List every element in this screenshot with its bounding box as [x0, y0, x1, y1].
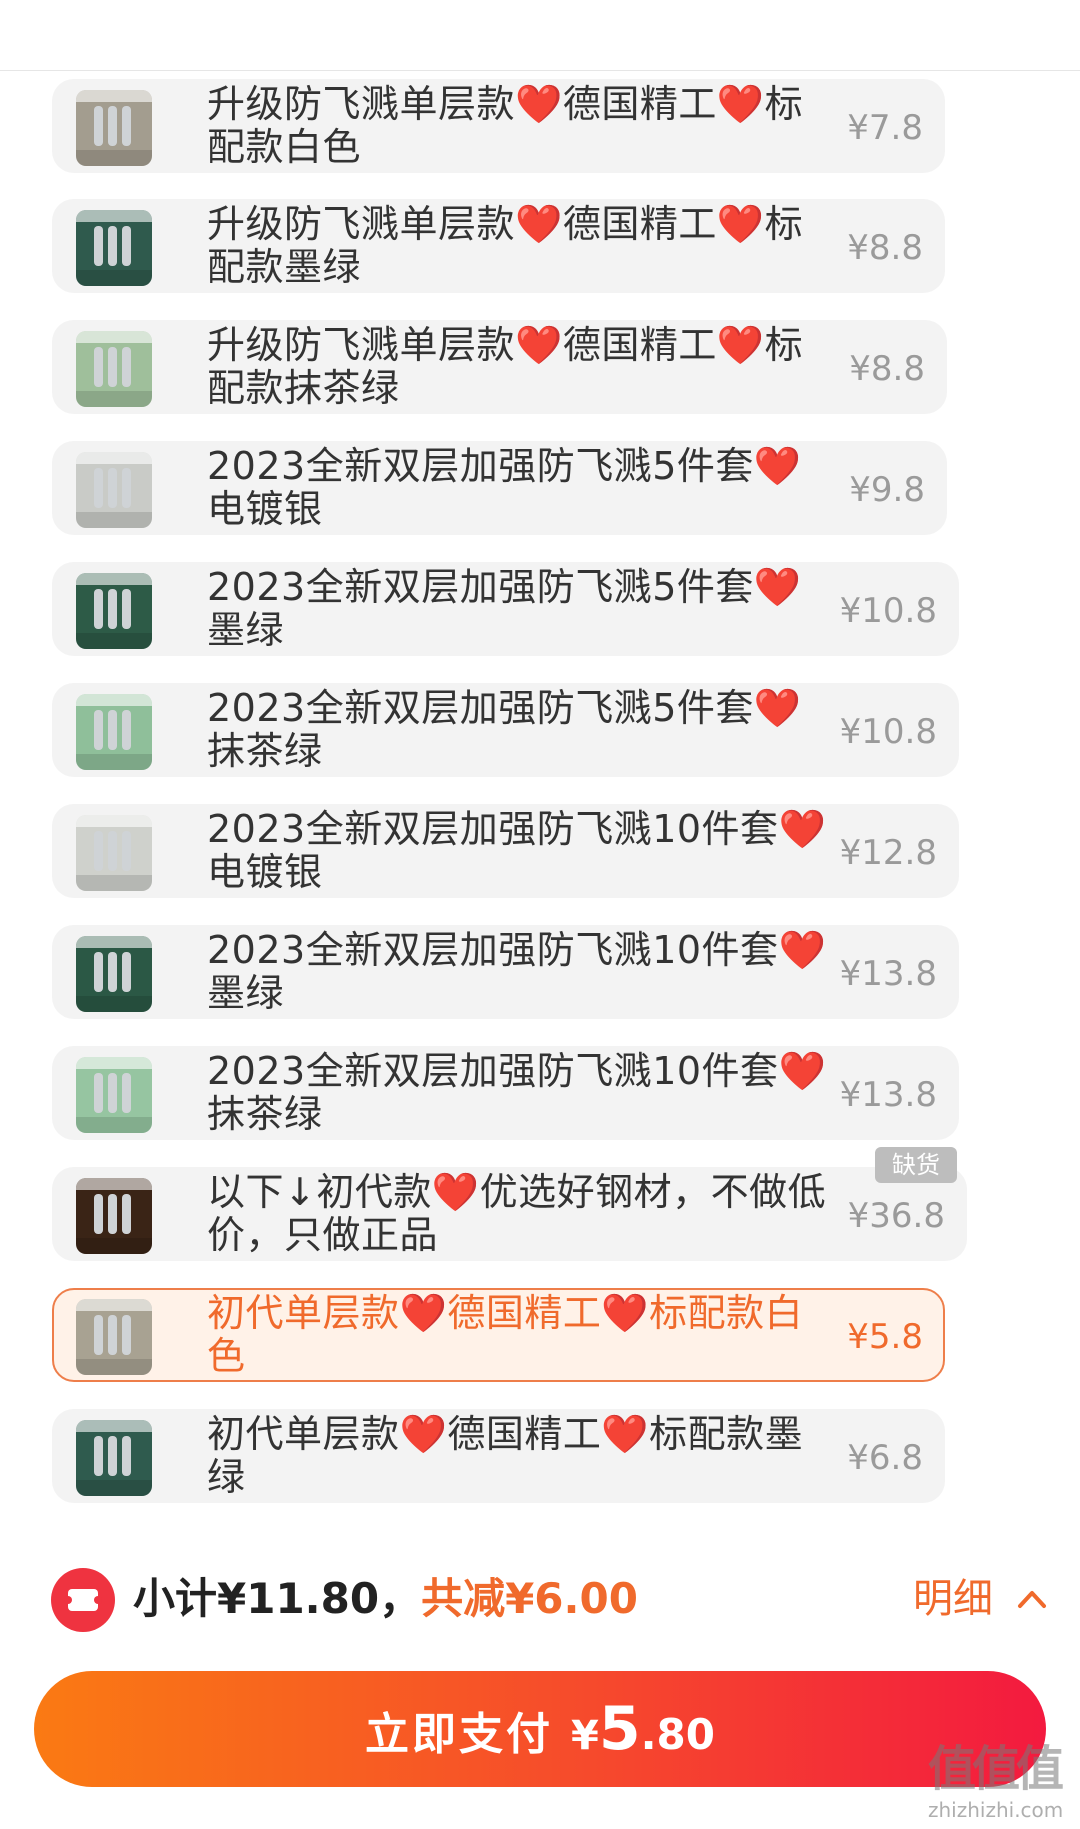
sku-price: ¥13.8 [839, 1075, 937, 1115]
sku-thumbnail [76, 1420, 152, 1496]
watermark-logo-text: 值值值 [928, 1741, 1064, 1797]
sku-price: ¥9.8 [849, 470, 925, 510]
sku-name: 升级防飞溅单层款❤️德国精工❤️标配款白色 [207, 82, 804, 169]
sku-price: ¥5.8 [847, 1317, 923, 1357]
sku-name: 2023全新双层加强防飞溅10件套❤️抹茶绿 [207, 1049, 827, 1136]
pay-now-label: 立即支付 [365, 1709, 553, 1760]
subtotal-amount: 小计¥11.80， [133, 1574, 422, 1623]
sku-name: 初代单层款❤️德国精工❤️标配款白色 [207, 1291, 804, 1378]
watermark-domain: zhizhizhi.com [928, 1798, 1064, 1822]
sku-option[interactable]: 2023全新双层加强防飞溅5件套❤️墨绿 ¥10.8 [52, 562, 959, 656]
sku-name: 升级防飞溅单层款❤️德国精工❤️标配款墨绿 [207, 202, 804, 289]
sku-option[interactable]: 升级防飞溅单层款❤️德国精工❤️标配款抹茶绿 ¥8.8 [52, 320, 947, 414]
sku-option[interactable]: 升级防飞溅单层款❤️德国精工❤️标配款墨绿 ¥8.8 [52, 199, 945, 293]
sku-option[interactable]: 2023全新双层加强防飞溅10件套❤️抹茶绿 ¥13.8 [52, 1046, 959, 1140]
sku-price: ¥6.8 [847, 1438, 923, 1478]
pay-now-button[interactable]: 立即支付 ¥5.80 [34, 1671, 1046, 1787]
sku-price: ¥8.8 [847, 228, 923, 268]
sku-name: 2023全新双层加强防飞溅10件套❤️墨绿 [207, 928, 827, 1015]
sku-option[interactable]: 2023全新双层加强防飞溅10件套❤️墨绿 ¥13.8 [52, 925, 959, 1019]
chevron-up-icon[interactable] [1012, 1579, 1052, 1619]
sku-option[interactable]: 初代单层款❤️德国精工❤️标配款白色 ¥5.8 [52, 1288, 945, 1382]
sku-thumbnail [76, 694, 152, 770]
sku-panel: 升级防飞溅单层款❤️德国精工❤️标配款白色 ¥7.8 升级防飞溅单层款❤️德国精工❤… [18, 71, 1063, 1531]
sku-price: ¥13.8 [839, 954, 937, 994]
checkout-bar: 小计¥11.80，共减¥6.00 明细 立即支付 ¥5.80 [0, 1531, 1080, 1829]
detail-button[interactable]: 明细 [913, 1571, 993, 1627]
coupon-icon [51, 1568, 115, 1632]
out-of-stock-badge: 缺货 [875, 1147, 957, 1183]
sku-price: ¥36.8 [847, 1196, 945, 1236]
sku-name: 初代单层款❤️德国精工❤️标配款墨绿 [207, 1412, 804, 1499]
top-strip [0, 0, 1080, 71]
sku-price: ¥8.8 [849, 349, 925, 389]
sku-thumbnail [76, 1299, 152, 1375]
sku-thumbnail [76, 90, 152, 166]
sku-option[interactable]: 初代单层款❤️德国精工❤️标配款墨绿 ¥6.8 [52, 1409, 945, 1503]
sku-thumbnail [76, 452, 152, 528]
pay-amount-integer: 5 [598, 1694, 641, 1764]
sku-thumbnail [76, 573, 152, 649]
sku-option[interactable]: 以下↓初代款❤️优选好钢材，不做低价，只做正品 ¥36.8 [52, 1167, 967, 1261]
pay-amount-decimal: .80 [640, 1710, 715, 1759]
sku-option[interactable]: 2023全新双层加强防飞溅5件套❤️抹茶绿 ¥10.8 [52, 683, 959, 777]
sku-name: 2023全新双层加强防飞溅5件套❤️电镀银 [207, 444, 802, 531]
sku-thumbnail [76, 210, 152, 286]
sku-option[interactable]: 升级防飞溅单层款❤️德国精工❤️标配款白色 ¥7.8 [52, 79, 945, 173]
sku-price: ¥10.8 [839, 591, 937, 631]
sku-name: 2023全新双层加强防飞溅10件套❤️电镀银 [207, 807, 827, 894]
discount-amount: 共减¥6.00 [421, 1574, 638, 1623]
sku-thumbnail [76, 1178, 152, 1254]
sku-thumbnail [76, 1057, 152, 1133]
sku-option[interactable]: 2023全新双层加强防飞溅5件套❤️电镀银 ¥9.8 [52, 441, 947, 535]
sku-price: ¥12.8 [839, 833, 937, 873]
sku-thumbnail [76, 815, 152, 891]
sku-price: ¥7.8 [847, 108, 923, 148]
pay-currency: ¥ [571, 1713, 599, 1759]
sku-thumbnail [76, 331, 152, 407]
sku-thumbnail [76, 936, 152, 1012]
site-watermark: 值值值 zhizhizhi.com [928, 1740, 1078, 1826]
sku-option[interactable]: 2023全新双层加强防飞溅10件套❤️电镀银 ¥12.8 [52, 804, 959, 898]
sku-name: 以下↓初代款❤️优选好钢材，不做低价，只做正品 [207, 1170, 827, 1257]
subtotal-text: 小计¥11.80，共减¥6.00 [133, 1571, 638, 1627]
sku-name: 2023全新双层加强防飞溅5件套❤️墨绿 [207, 565, 802, 652]
sku-name: 升级防飞溅单层款❤️德国精工❤️标配款抹茶绿 [207, 323, 804, 410]
sku-price: ¥10.8 [839, 712, 937, 752]
sku-name: 2023全新双层加强防飞溅5件套❤️抹茶绿 [207, 686, 802, 773]
